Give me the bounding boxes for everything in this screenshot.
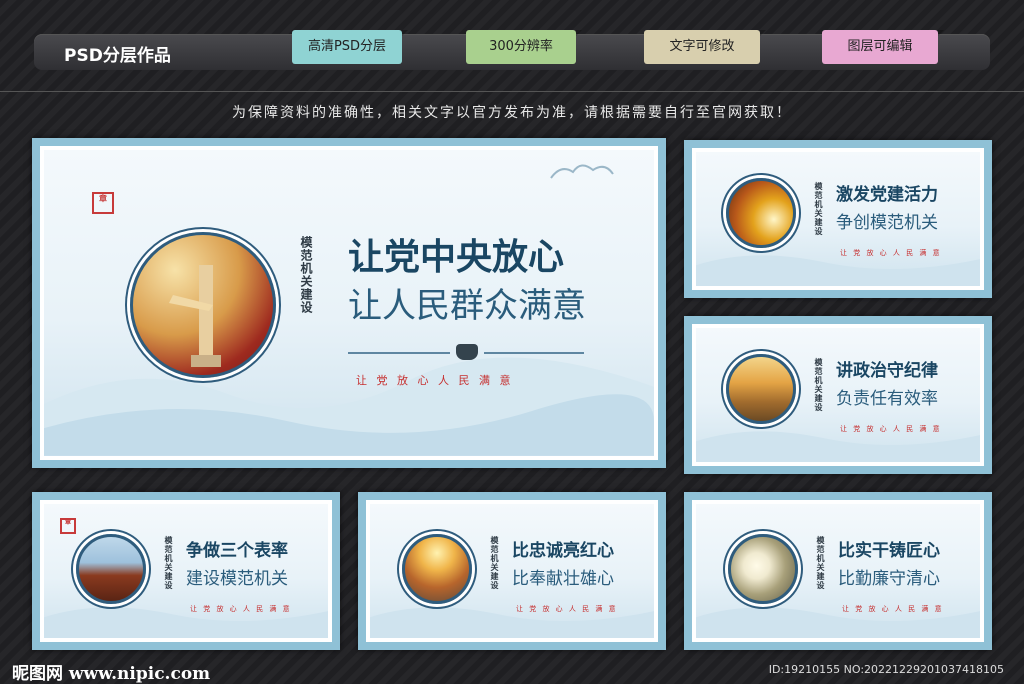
tag-resolution: 300分辨率	[466, 30, 582, 64]
headline-primary: 比忠诚亮红心	[512, 541, 614, 561]
slogan-text: 让 党 放 心 人 民 满 意	[842, 605, 944, 613]
bronze-vessel-icon	[456, 344, 478, 360]
vertical-title: 模范机关建设	[299, 236, 313, 314]
monument-image	[130, 232, 276, 378]
decor-divider	[484, 352, 584, 354]
tag-hd-psd: 高清PSD分层	[292, 30, 408, 64]
headline-primary: 讲政治守纪律	[836, 361, 938, 381]
board-discipline: 模范机关建设 讲政治守纪律 负责任有效率 让 党 放 心 人 民 满 意	[684, 316, 992, 474]
red-seal-icon: 章	[92, 192, 114, 214]
plum-blossom-image	[728, 534, 798, 604]
temple-roof-image	[76, 534, 146, 604]
board-loyalty: 模范机关建设 比忠诚亮红心 比奉献壮雄心 让 党 放 心 人 民 满 意	[358, 492, 666, 650]
vertical-title: 模范机关建设	[814, 182, 824, 236]
cloud-ornament-icon	[550, 164, 614, 179]
slogan-text: 让 党 放 心 人 民 满 意	[190, 605, 292, 613]
vertical-title: 模范机关建设	[816, 536, 826, 590]
autumn-tree-image	[726, 178, 796, 248]
board-craftsmanship: 模范机关建设 比实干铸匠心 比勤廉守清心 让 党 放 心 人 民 满 意	[684, 492, 992, 650]
slogan-text: 让 党 放 心 人 民 满 意	[840, 425, 942, 433]
headline-primary: 激发党建活力	[836, 185, 938, 205]
site-logo[interactable]: 昵图网 www.nipic.com	[12, 659, 210, 684]
divider-line	[0, 91, 1024, 92]
image-id: ID:19210155 NO:20221229201037418105	[768, 663, 1004, 676]
headline-secondary: 让人民群众满意	[348, 286, 586, 326]
mountain-background	[44, 357, 654, 456]
headline-secondary: 比奉献壮雄心	[512, 569, 614, 589]
red-seal-icon: 章	[60, 518, 76, 534]
headline-secondary: 负责任有效率	[836, 389, 938, 409]
decor-divider	[348, 352, 450, 354]
board-party-vitality: 模范机关建设 激发党建活力 争创模范机关 让 党 放 心 人 民 满 意	[684, 140, 992, 298]
vertical-title: 模范机关建设	[164, 536, 174, 590]
great-wall-image	[402, 534, 472, 604]
slogan-text: 让 党 放 心 人 民 满 意	[356, 374, 514, 387]
board-three-models: 章 模范机关建设 争做三个表率 建设模范机关 让 党 放 心 人 民 满 意	[32, 492, 340, 650]
footer: 昵图网 www.nipic.com ID:19210155 NO:2022122…	[0, 654, 1024, 684]
vertical-title: 模范机关建设	[814, 358, 824, 412]
palace-image	[726, 354, 796, 424]
product-title: PSD分层作品	[64, 46, 171, 66]
slogan-text: 让 党 放 心 人 民 满 意	[840, 249, 942, 257]
tag-editable-text: 文字可修改	[644, 30, 766, 64]
headline-secondary: 比勤廉守清心	[838, 569, 940, 589]
slogan-text: 让 党 放 心 人 民 满 意	[516, 605, 618, 613]
notice-text: 为保障资料的准确性，相关文字以官方发布为准，请根据需要自行至官网获取！	[232, 105, 792, 121]
top-bar: PSD分层作品 高清PSD分层 300分辨率 文字可修改 图层可编辑	[34, 30, 990, 70]
headline-primary: 比实干铸匠心	[838, 541, 940, 561]
tag-editable-layers: 图层可编辑	[822, 30, 944, 64]
headline-secondary: 争创模范机关	[836, 213, 938, 233]
headline-primary: 让党中央放心	[348, 237, 565, 278]
main-board: 章 模范机关建设 让党中央放心 让人民群众满意 让 党 放 心 人 民 满 意	[32, 138, 666, 468]
headline-secondary: 建设模范机关	[186, 569, 288, 589]
headline-primary: 争做三个表率	[186, 541, 288, 561]
vertical-title: 模范机关建设	[490, 536, 500, 590]
